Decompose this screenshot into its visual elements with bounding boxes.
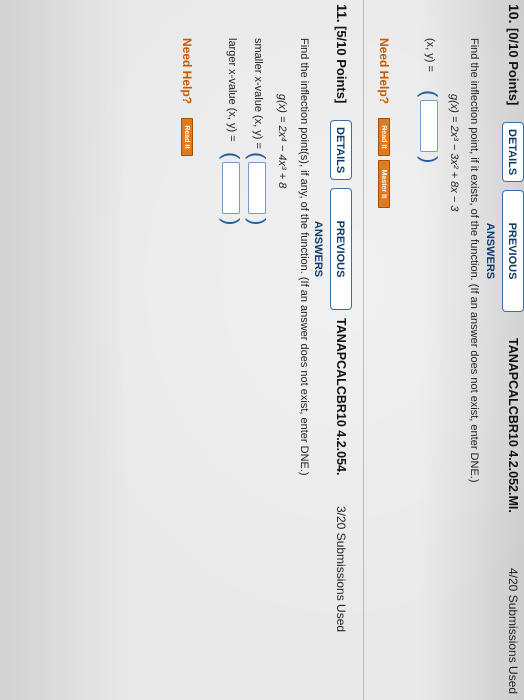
- q10-function: g(x) = 2x³ − 3x² + 8x − 3: [448, 94, 460, 212]
- q11-question-text: Find the inflection point(s), if any, of…: [298, 38, 310, 476]
- q10-submissions: 4/20 Submissions Used: [506, 568, 520, 695]
- q11-read-it-button[interactable]: Read It: [181, 118, 193, 156]
- q11-smaller-input[interactable]: [248, 162, 266, 214]
- q11-number: 11.: [334, 4, 350, 23]
- q10-master-it-button[interactable]: Master It: [378, 160, 390, 208]
- q10-details-button[interactable]: DETAILS: [502, 122, 524, 182]
- q10-open-paren: (: [417, 90, 442, 98]
- q10-problem-code: TANAPCALCBR10 4.2.052.MI.: [506, 338, 520, 513]
- q10-number: 10.: [506, 4, 522, 24]
- q11-smaller-label: smaller x-value (x, y) =: [252, 38, 264, 149]
- q11-previous-answers-button[interactable]: PREVIOUS ANSWERS: [312, 188, 352, 310]
- q10-close-paren: ): [417, 156, 442, 164]
- q11-details-button[interactable]: DETAILS: [330, 120, 352, 180]
- q10-need-help: Need Help?: [377, 38, 391, 105]
- q11-points: [5/10 Points]: [334, 26, 349, 104]
- q11-function: g(x) = 2x⁴ − 4x³ + 8: [276, 94, 288, 189]
- q10-answer-input[interactable]: [420, 100, 438, 152]
- q11-larger-label: larger x-value (x, y) =: [226, 38, 238, 142]
- q11-submissions: 3/20 Submissions Used: [334, 506, 348, 633]
- q10-answer-label: (x, y) =: [424, 38, 436, 72]
- q11-larger-close-paren: ): [219, 218, 244, 226]
- q10-previous-answers-button[interactable]: PREVIOUS ANSWERS: [484, 190, 524, 312]
- q10-points: [0/10 Points]: [506, 28, 521, 106]
- q11-smaller-close-paren: ): [245, 218, 270, 226]
- q11-smaller-open-paren: (: [245, 152, 270, 160]
- question-divider: [363, 0, 364, 700]
- q11-larger-open-paren: (: [219, 152, 244, 160]
- q11-need-help: Need Help?: [180, 38, 194, 105]
- rotated-page: 10. [0/10 Points] DETAILS PREVIOUS ANSWE…: [0, 0, 524, 700]
- q11-problem-code: TANAPCALCBR10 4.2.054.: [334, 318, 348, 476]
- q10-question-text: Find the inflection point, if it exists,…: [468, 38, 480, 483]
- q11-larger-input[interactable]: [222, 162, 240, 214]
- q10-read-it-button[interactable]: Read It: [378, 118, 390, 156]
